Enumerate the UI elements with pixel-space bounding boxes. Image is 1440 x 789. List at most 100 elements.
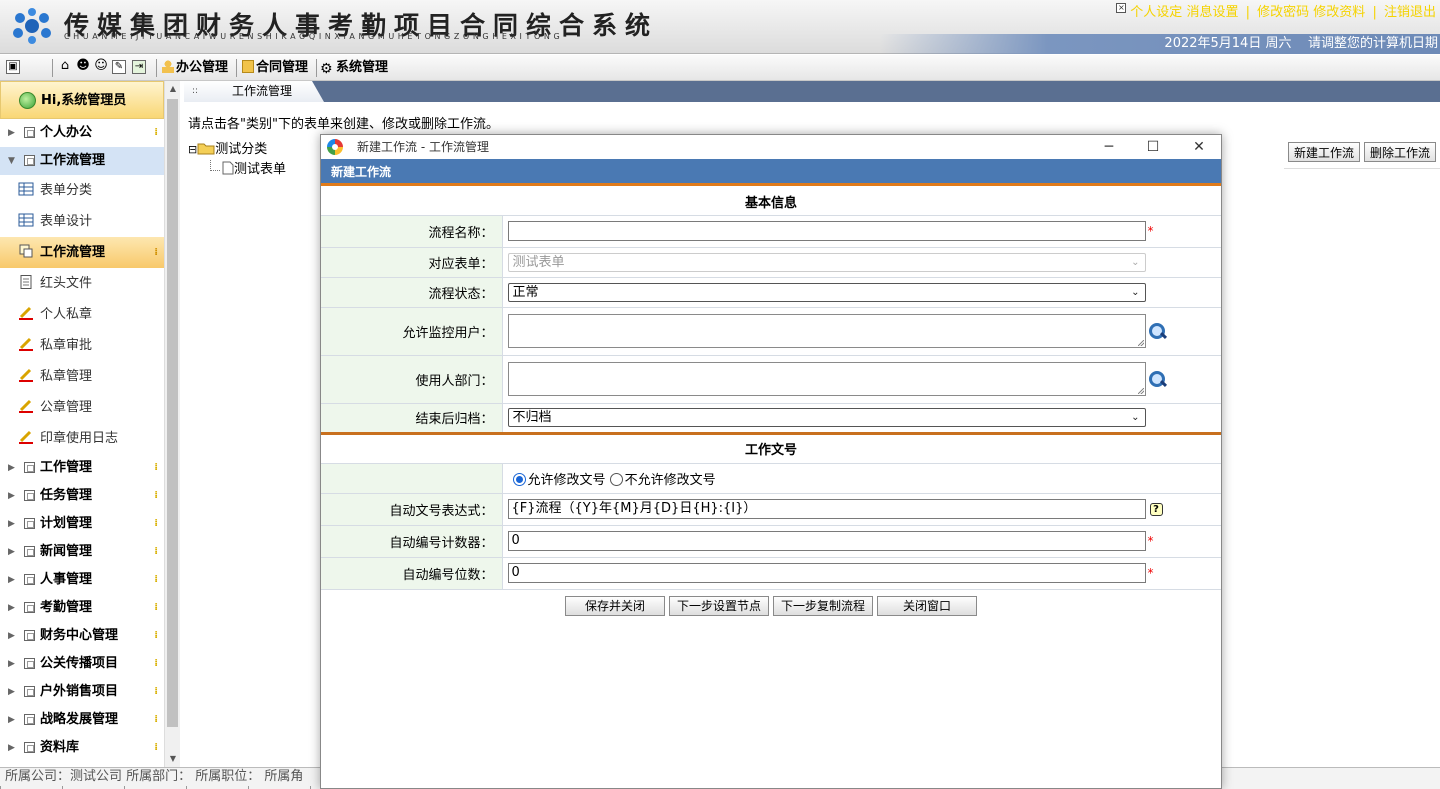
greeting-text: Hi,系统管理员 — [41, 93, 127, 108]
maximize-icon[interactable]: ☐ — [1131, 135, 1175, 159]
tree-node-category[interactable]: ⊟ 测试分类 — [188, 140, 286, 160]
table-icon — [18, 213, 34, 227]
monitor-users-textarea[interactable] — [507, 314, 1146, 348]
doc-number-radios: 允许修改文号 不允许修改文号 — [502, 463, 1221, 494]
collapse-icon[interactable]: ⊟ — [188, 143, 197, 156]
menu-system[interactable]: ⚙ 系统管理 — [320, 60, 388, 76]
next-set-nodes-button[interactable]: 下一步设置节点 — [669, 596, 769, 616]
deny-edit-label[interactable]: 不允许修改文号 — [625, 473, 716, 488]
dialog-titlebar[interactable]: 新建工作流 - 工作流管理 ─ ☐ ✕ — [321, 135, 1221, 159]
chevron-down-icon: ▼ — [8, 156, 15, 166]
window-icon[interactable]: ▣ — [6, 60, 20, 74]
smiley-icon[interactable]: ☺ — [94, 59, 108, 74]
allow-edit-label[interactable]: 允许修改文号 — [528, 473, 606, 488]
link-separator: | — [1372, 5, 1377, 20]
scroll-down-icon[interactable]: ▼ — [165, 751, 181, 767]
deny-edit-radio[interactable] — [609, 472, 623, 486]
flow-name-input[interactable] — [507, 221, 1146, 241]
sidebar-sub-form-design[interactable]: 表单设计 — [0, 206, 164, 237]
next-copy-flow-button[interactable]: 下一步复制流程 — [773, 596, 873, 616]
sidebar-sub-seal-log[interactable]: 印章使用日志 — [0, 423, 164, 454]
search-icon[interactable] — [1148, 321, 1168, 341]
sidebar-sub-seal-approval[interactable]: 私章审批 — [0, 330, 164, 361]
menu-contract[interactable]: 合同管理 — [242, 60, 308, 76]
status-select[interactable]: 正常 ⌄ — [507, 282, 1146, 302]
scroll-up-icon[interactable]: ▲ — [165, 81, 181, 97]
logout-link[interactable]: 注销退出 — [1384, 5, 1436, 20]
pen-icon — [19, 430, 33, 444]
status-label: 流程状态： — [321, 277, 503, 308]
sidebar-sub-workflow-manage[interactable]: 工作流管理 ⁞ — [0, 237, 164, 268]
tree-node-form[interactable]: 测试表单 — [188, 160, 286, 180]
digits-input[interactable]: 0 — [507, 563, 1146, 583]
form-row: 自动编号计数器： 0 * — [321, 525, 1221, 558]
delete-workflow-button[interactable]: 删除工作流 — [1364, 142, 1437, 162]
allow-edit-radio[interactable] — [512, 472, 526, 486]
close-icon[interactable]: ✕ — [1177, 135, 1221, 159]
sidebar-sub-label: 表单分类 — [40, 183, 93, 198]
menu-office[interactable]: 办公管理 — [162, 60, 228, 76]
module-icon — [24, 742, 35, 753]
sidebar-scrollbar[interactable]: ▲ ▼ — [164, 81, 180, 767]
expr-label: 自动文号表达式： — [321, 493, 503, 526]
top-links: × 个人设定 消息设置 | 修改密码 修改资料 | 注销退出 — [1116, 1, 1436, 20]
users-icon[interactable]: ☻ — [76, 59, 90, 74]
toolbar-divider — [316, 59, 317, 77]
minimize-icon[interactable]: ─ — [1087, 135, 1131, 159]
pen-icon — [19, 337, 33, 351]
chevron-right-icon: ▶ — [8, 631, 15, 641]
message-settings-link[interactable]: 消息设置 — [1186, 5, 1238, 20]
counter-input[interactable]: 0 — [507, 531, 1146, 551]
personal-settings-link[interactable]: 个人设定 — [1130, 5, 1182, 20]
sidebar-item-module[interactable]: ▶ 工作管理 ⁞ — [0, 454, 164, 482]
sidebar-sub-official-seal[interactable]: 公章管理 — [0, 392, 164, 423]
sidebar-item-module[interactable]: ▶ 财务中心管理 ⁞ — [0, 622, 164, 650]
archive-select[interactable]: 不归档 ⌄ — [507, 408, 1146, 427]
sidebar-item-module[interactable]: ▶ 户外销售项目 ⁞ — [0, 678, 164, 706]
sidebar-item-label: 新闻管理 — [40, 544, 93, 559]
sidebar-item-module[interactable]: ▶ 新闻管理 ⁞ — [0, 538, 164, 566]
sidebar-sub-label: 私章审批 — [40, 338, 93, 353]
save-close-button[interactable]: 保存并关闭 — [565, 596, 665, 616]
sidebar-item-module[interactable]: ▶ 计划管理 ⁞ — [0, 510, 164, 538]
sidebar-sub-label: 公章管理 — [40, 400, 93, 415]
close-box-icon[interactable]: × — [1116, 3, 1127, 13]
sidebar-sub-label: 私章管理 — [40, 369, 93, 384]
chevron-right-icon: ▶ — [8, 575, 15, 585]
sidebar-item-module[interactable]: ▶ 任务管理 ⁞ — [0, 482, 164, 510]
form-row: 结束后归档： 不归档 ⌄ — [321, 403, 1221, 434]
expand-dots-icon: ⁞ — [154, 658, 158, 669]
sidebar-item-module[interactable]: ▶ 考勤管理 ⁞ — [0, 594, 164, 622]
edit-icon[interactable]: ✎ — [112, 60, 126, 74]
pen-icon — [19, 306, 33, 320]
exit-icon[interactable]: ⇥ — [132, 60, 146, 74]
home-icon[interactable]: ⌂ — [58, 59, 72, 74]
tab-workflow-manage[interactable]: :: 工作流管理 — [184, 81, 324, 102]
pen-icon — [19, 368, 33, 382]
sidebar-sub-personal-seal[interactable]: 个人私章 — [0, 299, 164, 330]
help-icon[interactable]: ? — [1149, 502, 1163, 516]
close-window-button[interactable]: 关闭窗口 — [877, 596, 977, 616]
edit-profile-link[interactable]: 修改资料 — [1313, 5, 1365, 20]
search-icon[interactable] — [1148, 369, 1168, 389]
new-workflow-button[interactable]: 新建工作流 — [1288, 142, 1361, 162]
sidebar-item-module[interactable]: ▶ 公关传播项目 ⁞ — [0, 650, 164, 678]
sidebar-sub-form-category[interactable]: 表单分类 — [0, 175, 164, 206]
user-dept-textarea[interactable] — [507, 362, 1146, 396]
sidebar-item-module[interactable]: ▶ 人事管理 ⁞ — [0, 566, 164, 594]
sidebar-item-label: 战略发展管理 — [40, 712, 119, 727]
scrollbar-thumb[interactable] — [167, 99, 178, 727]
sidebar-item-personal-office[interactable]: ▶ 个人办公 ⁞ — [0, 119, 164, 147]
sidebar-item-module[interactable]: ▶ 资料库 ⁞ — [0, 734, 164, 762]
dialog-title: 新建工作流 - 工作流管理 — [357, 140, 489, 154]
date-bar: 2022年5月14日 周六 请调整您的计算机日期 — [880, 34, 1440, 54]
sidebar: Hi,系统管理员 ▶ 个人办公 ⁞ ▼ 工作流管理 表单分类 表单设计 工作流管… — [0, 81, 180, 767]
expr-input[interactable]: {F}流程（{Y}年{M}月{D}日{H}:{I}） — [507, 499, 1146, 519]
chevron-right-icon: ▶ — [8, 659, 15, 669]
sidebar-sub-red-header[interactable]: 红头文件 — [0, 268, 164, 299]
sidebar-item-module[interactable]: ▶ 战略发展管理 ⁞ — [0, 706, 164, 734]
tab-label: 工作流管理 — [232, 84, 293, 98]
sidebar-item-workflow[interactable]: ▼ 工作流管理 — [0, 147, 164, 175]
sidebar-sub-seal-manage[interactable]: 私章管理 — [0, 361, 164, 392]
change-password-link[interactable]: 修改密码 — [1257, 5, 1309, 20]
